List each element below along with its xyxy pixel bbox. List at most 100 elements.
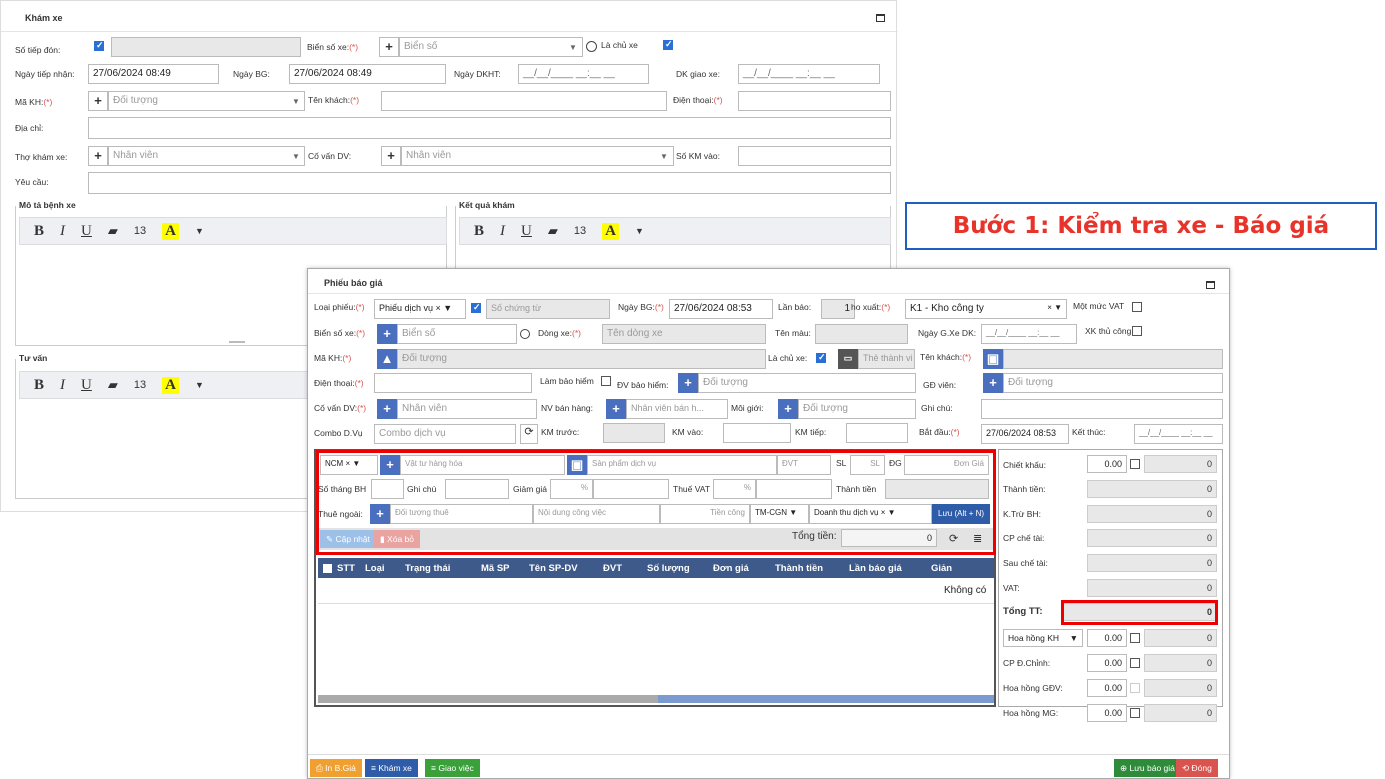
ngay-tiep-nhan-input[interactable]: 27/06/2024 08:49 — [88, 64, 219, 84]
bold-button[interactable]: B — [474, 223, 484, 240]
so-tiep-don-input[interactable] — [111, 37, 301, 57]
italic-button[interactable]: I — [60, 377, 65, 394]
ten-khach-input[interactable] — [1003, 349, 1223, 369]
km-truoc-input[interactable] — [603, 423, 665, 443]
scrollbar-thumb[interactable] — [318, 695, 658, 703]
hoa-hong-mg-input[interactable]: 0.00 — [1087, 704, 1127, 722]
dv-bao-hiem-select[interactable]: Đối tượng — [698, 373, 916, 393]
hoa-hong-kh-select[interactable]: Hoa hồng KH ▼ — [1003, 629, 1083, 647]
cp-dchinh-input[interactable]: 0.00 — [1087, 654, 1127, 672]
gd-vien-select[interactable]: Đối tượng — [1003, 373, 1223, 393]
refresh-icon[interactable]: ⟳ — [520, 424, 538, 444]
col-thanh-tien[interactable]: Thành tiền — [775, 563, 849, 574]
so-chung-tu-input[interactable]: Số chứng từ — [486, 299, 610, 319]
eraser-icon[interactable]: ▰ — [548, 223, 558, 239]
combo-select[interactable]: Combo dịch vụ — [374, 424, 516, 444]
so-tiep-don-checkbox[interactable] — [94, 40, 104, 51]
km-tiep-input[interactable] — [846, 423, 908, 443]
loai-phieu-select[interactable]: Phiếu dịch vụ × ▼ — [374, 299, 466, 319]
resize-handle[interactable] — [229, 341, 245, 343]
dien-thoai-input[interactable] — [738, 91, 891, 111]
ngay-bg-input[interactable]: 27/06/2024 08:53 — [669, 299, 773, 319]
bold-button[interactable]: B — [34, 223, 44, 240]
italic-button[interactable]: I — [60, 223, 65, 240]
highlight-color-button[interactable]: A — [162, 222, 179, 240]
lam-bao-hiem-checkbox[interactable] — [601, 376, 611, 386]
add-co-van-button[interactable]: + — [377, 399, 397, 419]
history-icon[interactable] — [520, 329, 530, 339]
ten-mau-input[interactable] — [815, 324, 908, 344]
col-giam[interactable]: Giản — [931, 563, 961, 574]
underline-button[interactable]: U — [521, 223, 532, 240]
font-size-value[interactable]: 13 — [134, 225, 146, 237]
col-lan-bao-gia[interactable]: Lần báo giá — [849, 563, 931, 574]
add-gd-vien-button[interactable]: + — [983, 373, 1003, 393]
history-icon[interactable] — [586, 41, 597, 52]
add-tho-kham-button[interactable]: + — [88, 146, 108, 166]
bold-button[interactable]: B — [34, 377, 44, 394]
dien-thoai-input[interactable] — [374, 373, 532, 393]
select-all-checkbox[interactable] — [323, 563, 332, 573]
the-thanh-vien-input[interactable]: Thẻ thành vi — [858, 349, 915, 369]
giao-viec-button[interactable]: ≡ Giao việc — [425, 759, 480, 777]
add-dv-bao-hiem-button[interactable]: + — [678, 373, 698, 393]
xk-thu-cong-checkbox[interactable] — [1132, 326, 1142, 336]
nv-ban-hang-select[interactable]: Nhân viên bán h... — [626, 399, 728, 419]
chiet-khau-input[interactable]: 0.00 — [1087, 455, 1127, 473]
col-so-luong[interactable]: Số lượng — [647, 563, 713, 574]
km-vao-input[interactable] — [723, 423, 791, 443]
dong-xe-select[interactable]: Tên dòng xe — [602, 324, 766, 344]
co-van-select[interactable]: Nhân viên — [401, 146, 674, 166]
add-nv-ban-hang-button[interactable]: + — [606, 399, 626, 419]
col-ma-sp[interactable]: Mã SP — [481, 563, 529, 574]
col-loai[interactable]: Loại — [365, 563, 405, 574]
cp-dchinh-checkbox[interactable] — [1130, 658, 1140, 668]
add-ma-kh-button[interactable]: + — [88, 91, 108, 111]
ten-khach-input[interactable] — [381, 91, 667, 111]
add-bien-so-button[interactable]: + — [379, 37, 399, 57]
dia-chi-input[interactable] — [88, 117, 891, 139]
col-trang-thai[interactable]: Trạng thái — [405, 563, 481, 574]
bien-so-select[interactable]: Biển số — [399, 37, 583, 57]
add-moi-gioi-button[interactable]: + — [778, 399, 798, 419]
ngay-gxe-input[interactable]: __/__/____ __:__ __ — [981, 324, 1077, 344]
font-size-value[interactable]: 13 — [134, 379, 146, 391]
chiet-khau-checkbox[interactable] — [1130, 459, 1140, 469]
bien-so-select[interactable]: Biển số — [397, 324, 517, 344]
mot-muc-vat-checkbox[interactable] — [1132, 302, 1142, 312]
moi-gioi-select[interactable]: Đối tượng — [798, 399, 916, 419]
hoa-hong-kh-checkbox[interactable] — [1130, 633, 1140, 643]
hoa-hong-kh-input[interactable]: 0.00 — [1087, 629, 1127, 647]
add-bien-so-button[interactable]: + — [377, 324, 397, 344]
italic-button[interactable]: I — [500, 223, 505, 240]
underline-button[interactable]: U — [81, 377, 92, 394]
co-van-select[interactable]: Nhân viên — [397, 399, 537, 419]
in-bgia-button[interactable]: ⎙ In B.Giá — [310, 759, 362, 777]
ket-thuc-input[interactable]: __/__/____ __:__ __ — [1134, 424, 1223, 444]
col-stt[interactable]: STT — [337, 563, 365, 574]
so-km-vao-input[interactable] — [738, 146, 891, 166]
tho-kham-select[interactable]: Nhân viên — [108, 146, 305, 166]
card-icon[interactable]: ▭ — [838, 349, 858, 369]
ma-kh-select[interactable]: Đối tượng — [397, 349, 766, 369]
dk-giao-xe-input[interactable]: __/__/____ __:__ __ — [738, 64, 880, 84]
yeu-cau-input[interactable] — [88, 172, 891, 194]
kham-xe-button[interactable]: ≡ Khám xe — [365, 759, 418, 777]
col-don-gia[interactable]: Đơn giá — [713, 563, 775, 574]
copy-icon[interactable]: ▣ — [983, 349, 1003, 369]
dong-button[interactable]: ⟲ Đóng — [1176, 759, 1218, 777]
font-size-value[interactable]: 13 — [574, 225, 586, 237]
eraser-icon[interactable]: ▰ — [108, 377, 118, 393]
kho-select[interactable]: K1 - Kho công ty × ▼ — [905, 299, 1067, 319]
luu-bao-gia-button[interactable]: ⊕ Lưu báo giá — [1114, 759, 1181, 777]
chevron-down-icon[interactable]: ▼ — [635, 226, 644, 236]
highlight-color-button[interactable]: A — [602, 222, 619, 240]
chevron-down-icon[interactable]: ▼ — [195, 226, 204, 236]
maximize-icon[interactable] — [876, 14, 885, 22]
so-chung-tu-checkbox[interactable] — [471, 302, 481, 313]
hoa-hong-mg-checkbox[interactable] — [1130, 708, 1140, 718]
ngay-dkht-input[interactable]: __/__/____ __:__ __ — [518, 64, 649, 84]
highlight-color-button[interactable]: A — [162, 376, 179, 394]
underline-button[interactable]: U — [81, 223, 92, 240]
ma-kh-select[interactable]: Đối tượng — [108, 91, 305, 111]
